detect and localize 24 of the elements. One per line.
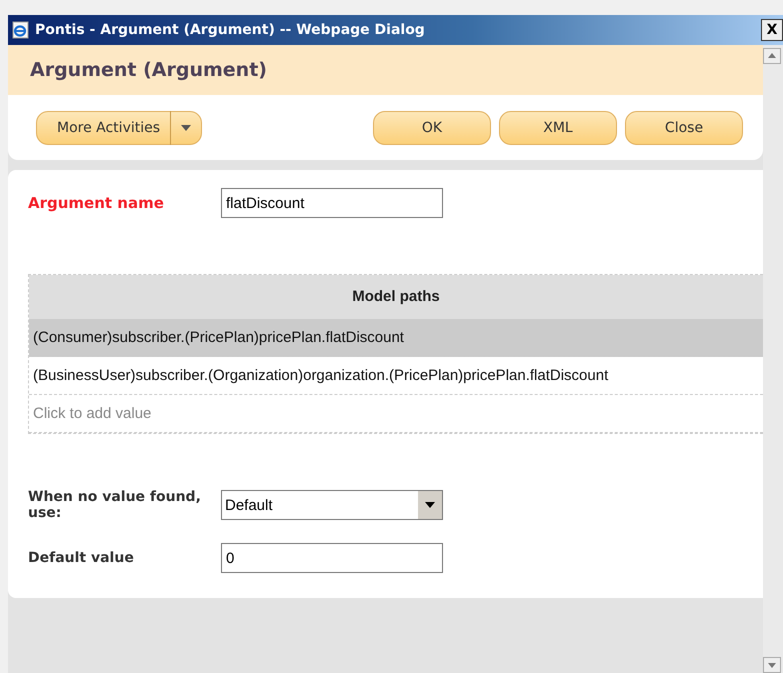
more-activities-label[interactable]: More Activities xyxy=(57,110,172,144)
more-activities-split-button[interactable]: More Activities xyxy=(36,110,202,144)
toolbar-button[interactable]: OK xyxy=(373,110,491,144)
default-value-field[interactable]: 0 xyxy=(221,543,443,573)
window-title: Pontis - Argument (Argument) -- Webpage Dialog xyxy=(35,22,426,38)
caret-icon[interactable] xyxy=(181,124,192,130)
dialog-heading: Argument (Argument) xyxy=(30,59,267,81)
column-header: Model paths xyxy=(29,275,763,319)
table-row[interactable]: (BusinessUser)subscriber.(Organization)organization.(PricePlan)pricePlan.flatDiscount xyxy=(29,357,763,395)
fallback-dropdown[interactable]: Default xyxy=(221,490,443,520)
toolbar-button[interactable]: Close xyxy=(625,110,743,144)
browser-logo-icon xyxy=(11,21,29,39)
add-value-placeholder[interactable]: Click to add value xyxy=(29,395,763,433)
close-window-button[interactable]: X xyxy=(761,19,783,41)
field-label: When no value found, use: xyxy=(28,489,202,521)
vertical-scrollbar[interactable] xyxy=(763,45,783,673)
argument-name-field[interactable]: flatDiscount xyxy=(221,188,443,218)
field-label: Argument name xyxy=(28,194,165,212)
field-label: Default value xyxy=(28,550,135,566)
scroll-up-icon[interactable] xyxy=(763,48,781,64)
toolbar-button[interactable]: XML xyxy=(499,110,617,144)
dropdown-arrow-icon xyxy=(425,502,435,508)
scroll-down-icon[interactable] xyxy=(763,657,781,673)
table-row[interactable]: (Consumer)subscriber.(PricePlan)pricePlan.flatDiscount xyxy=(29,319,763,357)
